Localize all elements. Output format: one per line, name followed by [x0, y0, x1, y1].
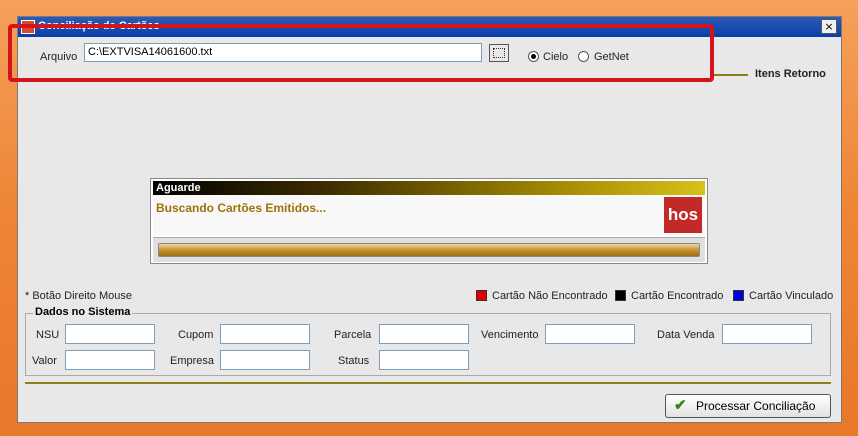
- hos-logo: hos: [664, 197, 702, 233]
- status-label: Status: [338, 355, 370, 367]
- legend-nao-encontrado: Cartão Não Encontrado: [492, 290, 608, 302]
- data-venda-input[interactable]: [722, 324, 812, 344]
- cupom-input[interactable]: [220, 324, 310, 344]
- status-input[interactable]: [379, 350, 469, 370]
- cupom-label: Cupom: [178, 329, 214, 341]
- divider-itens-retorno: [714, 74, 748, 76]
- progress-bar: [158, 243, 700, 257]
- valor-input[interactable]: [65, 350, 155, 370]
- dados-sistema-title: Dados no Sistema: [33, 306, 133, 318]
- parcela-label: Parcela: [334, 329, 372, 341]
- check-icon: ✔: [674, 397, 687, 414]
- highlight-box: [8, 24, 714, 82]
- valor-label: Valor: [32, 355, 57, 367]
- progress-body: Buscando Cartões Emitidos... hos: [153, 195, 705, 235]
- legend-vinculado: Cartão Vinculado: [749, 290, 834, 302]
- empresa-input[interactable]: [220, 350, 310, 370]
- processar-label: Processar Conciliação: [696, 399, 816, 413]
- nsu-input[interactable]: [65, 324, 155, 344]
- close-button[interactable]: ×: [821, 19, 837, 34]
- legend-encontrado: Cartão Encontrado: [631, 290, 724, 302]
- parcela-input[interactable]: [379, 324, 469, 344]
- legend-black-square: [615, 290, 626, 301]
- data-venda-label: Data Venda: [657, 329, 715, 341]
- hint-text: * Botão Direito Mouse: [25, 290, 132, 302]
- itens-retorno-label: Itens Retorno: [755, 68, 826, 80]
- progress-track: [153, 237, 705, 262]
- bottom-divider: [25, 382, 831, 384]
- legend-red-square: [476, 290, 487, 301]
- progress-message: Buscando Cartões Emitidos...: [156, 201, 327, 215]
- progress-title: Aguarde: [153, 181, 705, 195]
- vencimento-label: Vencimento: [481, 329, 539, 341]
- processar-conciliacao-button[interactable]: ✔ Processar Conciliação: [665, 394, 831, 418]
- vencimento-input[interactable]: [545, 324, 635, 344]
- progress-dialog: Aguarde Buscando Cartões Emitidos... hos: [150, 178, 708, 264]
- nsu-label: NSU: [36, 329, 60, 341]
- legend-blue-square: [733, 290, 744, 301]
- empresa-label: Empresa: [170, 355, 215, 367]
